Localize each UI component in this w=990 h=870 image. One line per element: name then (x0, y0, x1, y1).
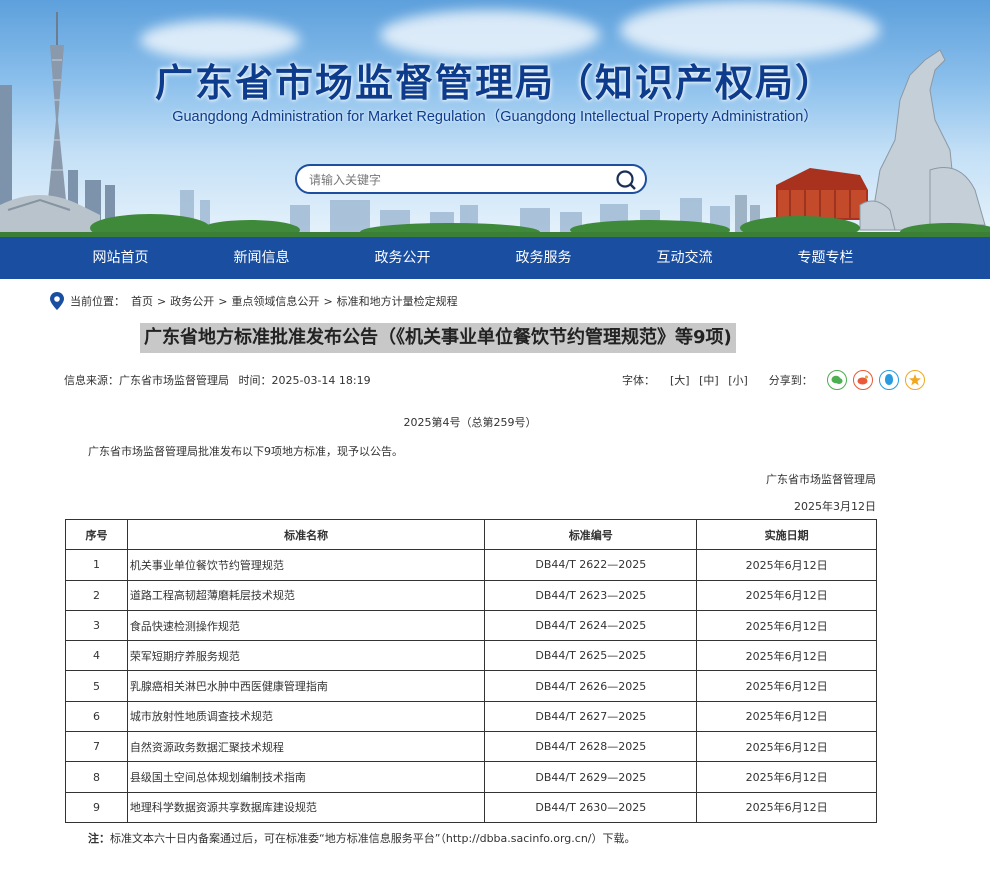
site-title-en: Guangdong Administration for Market Regu… (172, 109, 818, 125)
cell-standard-name: 食品快速检测操作规范 (126, 609, 486, 642)
cell-index: 5 (65, 670, 128, 702)
wechat-share-icon[interactable] (826, 370, 847, 390)
nav-item-news[interactable]: 新闻信息 (191, 237, 332, 279)
cell-index: 7 (65, 731, 128, 763)
cell-standard-name: 自然资源政务数据汇聚技术规程 (126, 731, 486, 763)
table-row: 5 乳腺癌相关淋巴水肿中西医健康管理指南 DB44/T 2626—2025 2025年… (65, 670, 877, 702)
col-header-code: 标准编号 (484, 518, 698, 551)
table-row: 1 机关事业单位餐饮节约管理规范 DB44/T 2622—2025 2025年6月12… (65, 549, 877, 581)
header-banner: 广东省市场监督管理局（知识产权局） Guangdong Administrati… (0, 0, 990, 237)
cell-implementation-date: 2025年6月12日 (696, 640, 877, 672)
nav-item-gov-affairs[interactable]: 政务公开 (332, 237, 473, 279)
table-row: 4 荣军短期疗养服务规范 DB44/T 2625—2025 2025年6月12日 (65, 640, 877, 672)
breadcrumb-item-standards[interactable]: 标准和地方计量检定规程 (337, 293, 458, 309)
location-pin-icon (50, 292, 64, 310)
cell-index: 9 (65, 791, 128, 823)
cell-standard-code: DB44/T 2629—2025 (484, 761, 698, 793)
standards-table: 序号 标准名称 标准编号 实施日期 1 机关事业单位餐饮节约管理规范 DB44/T … (65, 518, 877, 823)
cell-standard-code: DB44/T 2628—2025 (484, 731, 698, 763)
cell-implementation-date: 2025年6月12日 (696, 609, 877, 642)
cell-implementation-date: 2025年6月12日 (696, 549, 877, 581)
sign-date: 2025年3月12日 (794, 500, 876, 513)
search-box[interactable] (295, 164, 647, 194)
nav-item-special-topics[interactable]: 专题专栏 (755, 237, 896, 279)
note-label: 注： (88, 832, 110, 845)
col-header-date: 实施日期 (696, 518, 877, 551)
cell-index: 4 (65, 640, 128, 672)
font-size-large[interactable]: [大] (670, 374, 690, 387)
cell-implementation-date: 2025年6月12日 (696, 791, 877, 823)
cell-standard-name: 道路工程高韧超薄磨耗层技术规范 (126, 579, 486, 611)
table-row: 7 自然资源政务数据汇聚技术规程 DB44/T 2628—2025 2025年6月12… (65, 731, 877, 763)
search-icon[interactable] (615, 169, 637, 191)
article-title: 广东省地方标准批准发布公告（《机关事业单位餐饮节约管理规范》等9项) (140, 323, 736, 353)
table-row: 2 道路工程高韧超薄磨耗层技术规范 DB44/T 2623—2025 2025年6月1… (65, 579, 877, 611)
search-input[interactable] (309, 171, 609, 189)
breadcrumb-item-key-areas[interactable]: 重点领域信息公开 (231, 293, 319, 309)
col-header-name: 标准名称 (126, 518, 486, 551)
cell-standard-name: 县级国土空间总体规划编制技术指南 (126, 761, 486, 793)
font-size-label: 字体： (622, 374, 655, 387)
table-row: 9 地理科学数据资源共享数据库建设规范 DB44/T 2630—2025 2025年6… (65, 791, 877, 823)
cell-implementation-date: 2025年6月12日 (696, 670, 877, 702)
nav-item-gov-services[interactable]: 政务服务 (473, 237, 614, 279)
download-note: 注：标准文本六十日内备案通过后，可在标准委“地方标准信息服务平台”（http:/… (88, 830, 636, 846)
table-row: 3 食品快速检测操作规范 DB44/T 2624—2025 2025年6月12日 (65, 609, 877, 642)
cell-standard-code: DB44/T 2626—2025 (484, 670, 698, 702)
cell-standard-code: DB44/T 2627—2025 (484, 700, 698, 733)
breadcrumb-separator: > (157, 294, 167, 308)
table-header-row: 序号 标准名称 标准编号 实施日期 (65, 518, 877, 551)
font-size-controls: [大] [中] [小] (667, 372, 751, 388)
signer: 广东省市场监督管理局 (766, 473, 876, 486)
table-body: 1 机关事业单位餐饮节约管理规范 DB44/T 2622—2025 2025年6月12… (65, 549, 877, 823)
cell-implementation-date: 2025年6月12日 (696, 761, 877, 793)
breadcrumb-separator: > (218, 294, 228, 308)
font-size-medium[interactable]: [中] (699, 374, 719, 387)
article-meta: 信息来源：广东省市场监督管理局 时间：2025-03-14 18:19 (64, 372, 377, 388)
red-building (776, 168, 868, 220)
cell-standard-name: 乳腺癌相关淋巴水肿中西医健康管理指南 (126, 670, 486, 702)
table-row: 8 县级国土空间总体规划编制技术指南 DB44/T 2629—2025 2025年6月… (65, 761, 877, 793)
cell-standard-name: 地理科学数据资源共享数据库建设规范 (126, 791, 486, 823)
breadcrumb-item-home[interactable]: 首页 (131, 293, 153, 309)
cell-implementation-date: 2025年6月12日 (696, 700, 877, 733)
cell-standard-code: DB44/T 2622—2025 (484, 549, 698, 581)
cell-implementation-date: 2025年6月12日 (696, 579, 877, 611)
weibo-share-icon[interactable] (852, 370, 873, 390)
nav-item-interaction[interactable]: 互动交流 (614, 237, 755, 279)
cell-index: 6 (65, 700, 128, 733)
cell-index: 8 (65, 761, 128, 793)
col-header-index: 序号 (65, 518, 128, 551)
cell-index: 2 (65, 579, 128, 611)
breadcrumb: 当前位置： 首页 > 政务公开 > 重点领域信息公开 > 标准和地方计量检定规程 (50, 292, 458, 310)
note-text: 标准文本六十日内备案通过后，可在标准委“地方标准信息服务平台”（http://d… (110, 832, 636, 845)
cell-standard-code: DB44/T 2625—2025 (484, 640, 698, 672)
cell-index: 3 (65, 609, 128, 642)
cell-standard-name: 荣军短期疗养服务规范 (126, 640, 486, 672)
cell-standard-code: DB44/T 2623—2025 (484, 579, 698, 611)
cell-standard-code: DB44/T 2630—2025 (484, 791, 698, 823)
intro-paragraph: 广东省市场监督管理局批准发布以下9项地方标准，现予以公告。 (88, 445, 403, 458)
article-tools: 字体： [大] [中] [小] 分享到： (622, 370, 925, 390)
cell-standard-name: 机关事业单位餐饮节约管理规范 (126, 549, 486, 581)
site-title-cn: 广东省市场监督管理局（知识产权局） (154, 61, 835, 105)
main-nav: 网站首页 新闻信息 政务公开 政务服务 互动交流 专题专栏 (0, 237, 990, 279)
table-row: 6 城市放射性地质调查技术规范 DB44/T 2627—2025 2025年6月12日 (65, 700, 877, 733)
cell-standard-code: DB44/T 2624—2025 (484, 609, 698, 642)
breadcrumb-separator: > (323, 294, 333, 308)
qzone-share-icon[interactable] (904, 370, 925, 390)
cell-standard-name: 城市放射性地质调查技术规范 (126, 700, 486, 733)
breadcrumb-label: 当前位置： (70, 295, 125, 308)
source-label: 信息来源：广东省市场监督管理局 (64, 374, 229, 387)
nav-item-home[interactable]: 网站首页 (50, 237, 191, 279)
share-label: 分享到： (768, 374, 813, 387)
document-number: 2025第4号（总第259号） (403, 416, 537, 429)
font-size-small[interactable]: [小] (728, 374, 748, 387)
cell-index: 1 (65, 549, 128, 581)
time-label: 时间：2025-03-14 18:19 (238, 374, 371, 387)
breadcrumb-item-gov-affairs[interactable]: 政务公开 (170, 293, 214, 309)
qq-share-icon[interactable] (878, 370, 899, 390)
cell-implementation-date: 2025年6月12日 (696, 731, 877, 763)
